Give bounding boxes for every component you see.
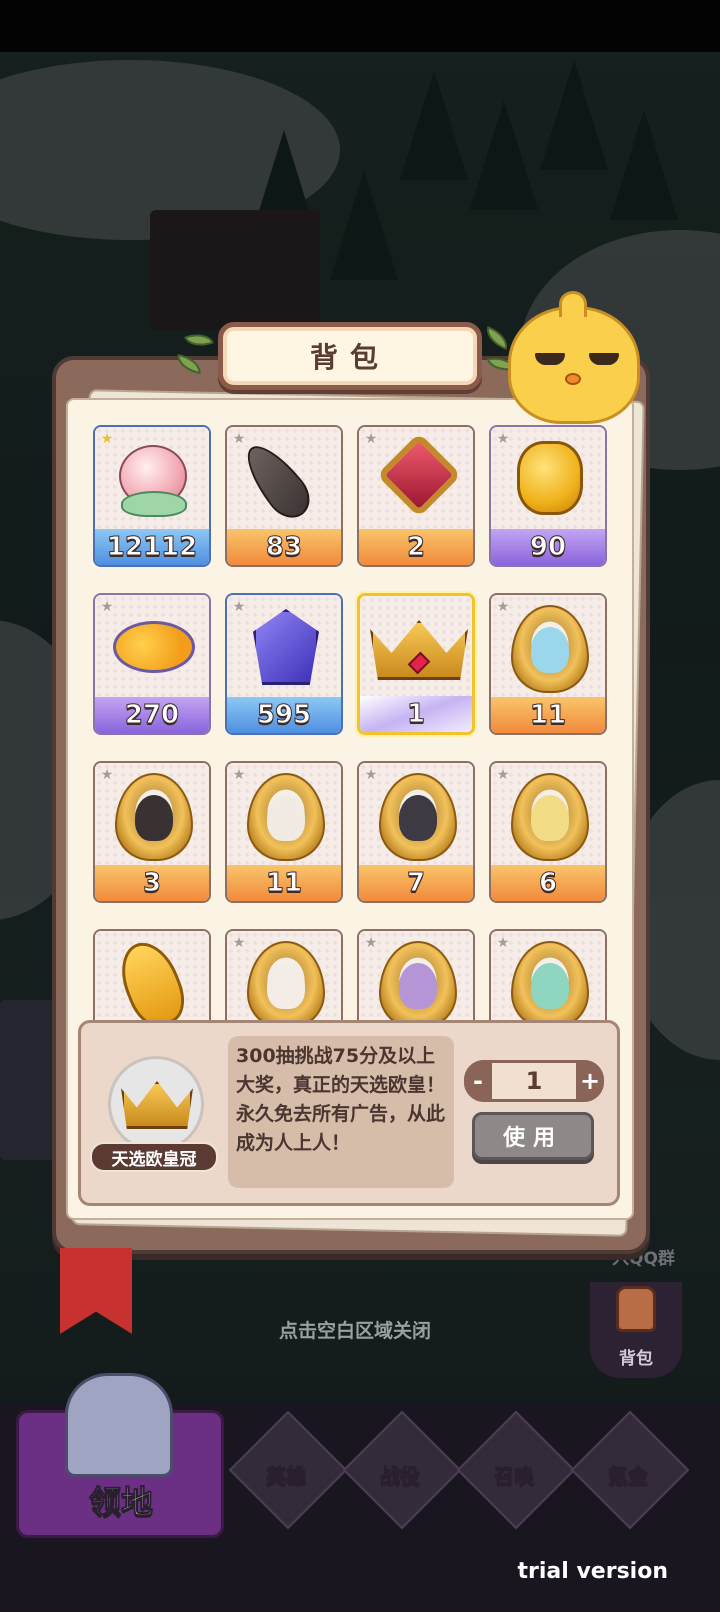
feather-icon (235, 435, 319, 527)
item-description: 300抽挑战75分及以上大奖，真正的天选欧皇！永久免去所有广告，从此成为人上人！ (228, 1036, 454, 1188)
item-slot[interactable]: ★ 3 (93, 761, 211, 903)
item-slot[interactable]: ★ (357, 929, 475, 1021)
crown-icon (121, 1081, 193, 1129)
castle-icon (65, 1373, 173, 1477)
selected-item-icon (108, 1056, 204, 1152)
chick-tuft (559, 291, 587, 317)
item-slot[interactable]: ★ 6 (489, 761, 607, 903)
item-count: 595 (227, 697, 341, 733)
golden-tome-icon (110, 934, 194, 1021)
item-grid: ★ 12112 ★ 83 ★ 2 ★ 90 ★ 270 ★ 595 1 ★ 11 ★ 3 ★ 11 ★ 7 ★ 6 ★ ★ ★ (93, 425, 607, 1021)
chick-eye (589, 353, 619, 365)
nav-shop-button[interactable]: 氪金 (570, 1410, 690, 1548)
item-slot[interactable]: ★ 11 (489, 593, 607, 735)
gold-coin-icon (517, 441, 583, 515)
candy-icon (113, 621, 195, 673)
nav-summon-label: 召唤 (494, 1464, 535, 1489)
rarity-star-icon: ★ (496, 935, 510, 951)
chick-eye (535, 353, 565, 365)
hero-portrait-icon (531, 795, 569, 841)
rarity-star-icon: ★ (364, 767, 378, 783)
chick-mascot-icon (508, 291, 640, 424)
ruby-gem-icon (376, 432, 462, 518)
nav-battle-button[interactable]: 战役 (342, 1410, 462, 1548)
selected-item-name: 天选欧皇冠 (90, 1142, 218, 1172)
crystal-icon (253, 609, 319, 685)
side-bag-label: 背包 (619, 1349, 653, 1369)
item-count: 270 (95, 697, 209, 733)
hero-portrait-icon (399, 963, 437, 1009)
close-hint: 点击空白区域关闭 (278, 1320, 431, 1342)
rarity-star-icon: ★ (364, 431, 378, 447)
rarity-star-icon: ★ (496, 431, 510, 447)
item-art (95, 931, 209, 1021)
item-art (360, 596, 472, 700)
item-slot[interactable]: ★ 270 (93, 593, 211, 735)
item-slot[interactable]: ★ 7 (357, 761, 475, 903)
item-slot[interactable]: ★ 83 (225, 425, 343, 567)
nav-heroes-button[interactable]: 英雄 (228, 1410, 348, 1548)
item-count: 11 (227, 865, 341, 901)
hero-portrait-icon (135, 795, 173, 841)
quantity-stepper: - 1 + (464, 1060, 604, 1102)
item-count: 90 (491, 529, 605, 565)
rarity-star-icon: ★ (496, 599, 510, 615)
hero-portrait-icon (531, 627, 569, 673)
hero-portrait-icon (267, 963, 305, 1009)
item-count: 12112 (95, 529, 209, 565)
nav-home-button[interactable]: 领地 (16, 1373, 224, 1538)
rarity-star-icon: ★ (232, 935, 246, 951)
hero-portrait-icon (267, 795, 305, 841)
item-count: 6 (491, 865, 605, 901)
nav-summon-button[interactable]: 召唤 (456, 1410, 576, 1548)
item-slot[interactable]: ★ 2 (357, 425, 475, 567)
item-slot[interactable]: ★ (489, 929, 607, 1021)
nav-heroes-label: 英雄 (266, 1464, 307, 1489)
rarity-star-icon: ★ (100, 431, 114, 447)
rarity-star-icon: ★ (100, 599, 114, 615)
item-slot[interactable]: ★ 11 (225, 761, 343, 903)
item-count: 3 (95, 865, 209, 901)
item-count: 2 (359, 529, 473, 565)
trial-watermark: trial version (517, 1559, 668, 1584)
rarity-star-icon: ★ (364, 935, 378, 951)
onion-leaf-icon (121, 491, 187, 517)
use-button[interactable]: 使用 (472, 1112, 594, 1160)
item-slot[interactable]: ★ 595 (225, 593, 343, 735)
item-count: 11 (491, 697, 605, 733)
panel-title: 背包 (309, 341, 390, 374)
nav-shop-label: 氪金 (608, 1464, 649, 1489)
item-count: 83 (227, 529, 341, 565)
rarity-star-icon: ★ (232, 431, 246, 447)
item-count: 1 (360, 696, 472, 732)
rarity-star-icon: ★ (232, 599, 246, 615)
rarity-star-icon: ★ (100, 767, 114, 783)
rarity-star-icon: ★ (232, 767, 246, 783)
item-slot[interactable] (93, 929, 211, 1021)
item-count: 7 (359, 865, 473, 901)
nav-home-label: 领地 (88, 1483, 154, 1522)
item-slot[interactable]: ★ 12112 (93, 425, 211, 567)
item-slot[interactable]: ★ 90 (489, 425, 607, 567)
hero-portrait-icon (531, 963, 569, 1009)
rarity-star-icon: ★ (496, 767, 510, 783)
panel-title-plate: 背包 (218, 322, 482, 390)
quantity-value: 1 (525, 1067, 543, 1095)
item-slot[interactable]: 1 (357, 593, 475, 735)
hero-portrait-icon (399, 795, 437, 841)
item-slot[interactable]: ★ (225, 929, 343, 1021)
nav-battle-label: 战役 (380, 1464, 421, 1489)
chick-beak (565, 373, 581, 385)
